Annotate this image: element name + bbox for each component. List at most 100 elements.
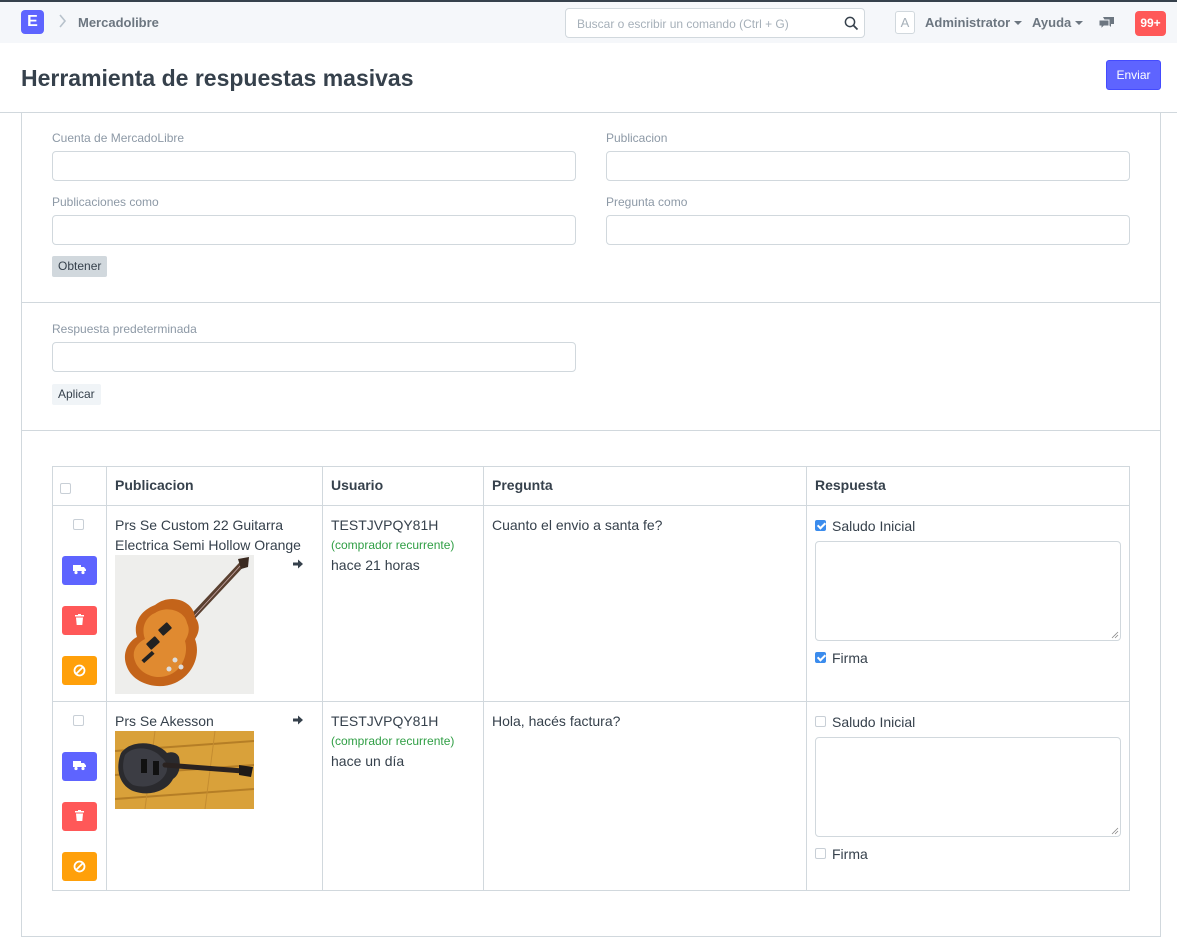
ignore-button[interactable]: [62, 656, 97, 685]
pregunta-como-label: Pregunta como: [606, 195, 688, 209]
ban-icon: [73, 860, 86, 873]
pregunta-cell: Cuanto el envio a santa fe?: [483, 505, 807, 702]
user-menu-label: Administrator: [925, 15, 1011, 30]
row-actions-cell: [52, 505, 107, 702]
caret-down-icon: [1075, 20, 1084, 25]
publicaciones-como-field[interactable]: [52, 215, 576, 245]
chat-icon[interactable]: [1098, 16, 1115, 30]
firma-option[interactable]: Firma: [815, 845, 868, 863]
search-placeholder: Buscar o escribir un comando (Ctrl + G): [577, 17, 789, 31]
usuario-tag: (comprador recurrente): [331, 538, 455, 552]
notifications-badge[interactable]: 99+: [1135, 11, 1166, 36]
aplicar-button[interactable]: Aplicar: [52, 384, 101, 405]
help-menu-label: Ayuda: [1032, 15, 1072, 30]
product-image: [115, 555, 254, 694]
chevron-right-icon: [59, 14, 67, 28]
usuario-info: TESTJVPQY81H (comprador recurrente) hace…: [331, 711, 454, 771]
ban-icon: [73, 664, 86, 677]
saludo-inicial-label: Saludo Inicial: [832, 518, 916, 534]
publicacion-cell: Prs Se Custom 22 Guitarra Electrica Semi…: [106, 505, 323, 702]
respuesta-predeterminada-label: Respuesta predeterminada: [52, 322, 197, 336]
usuario-name: TESTJVPQY81H: [331, 713, 439, 729]
usuario-info: TESTJVPQY81H (comprador recurrente) hace…: [331, 515, 454, 575]
delete-button[interactable]: [62, 802, 97, 831]
publicaciones-como-label: Publicaciones como: [52, 195, 159, 209]
row-actions-cell: [52, 701, 107, 891]
user-menu[interactable]: Administrator: [925, 15, 1023, 30]
firma-label: Firma: [832, 846, 868, 862]
select-all-header: [52, 466, 107, 506]
pregunta-text: Cuanto el envio a santa fe?: [492, 517, 663, 533]
app-logo-icon[interactable]: E: [21, 10, 44, 34]
product-image: [115, 731, 254, 809]
form-card: Cuenta de MercadoLibre Publicacion Publi…: [21, 113, 1161, 937]
question-time: hace 21 horas: [331, 557, 420, 573]
publicacion-cell: Prs Se Akesson: [106, 701, 323, 891]
questions-table: Publicacion Usuario Pregunta Respuesta P…: [52, 466, 1130, 891]
caret-down-icon: [1014, 20, 1023, 25]
respuesta-cell: Saludo Inicial Firma: [806, 701, 1130, 891]
resize-handle-icon[interactable]: [1111, 631, 1119, 639]
enviar-button[interactable]: Enviar: [1106, 60, 1161, 90]
table-header-row: Publicacion Usuario Pregunta Respuesta: [52, 466, 1130, 506]
page-head: Herramienta de respuestas masivas Enviar: [0, 43, 1177, 113]
usuario-name: TESTJVPQY81H: [331, 517, 439, 533]
cuenta-field[interactable]: [52, 151, 576, 181]
publicacion-title[interactable]: Prs Se Akesson: [115, 711, 305, 731]
saludo-inicial-checkbox[interactable]: [815, 716, 826, 728]
search-icon[interactable]: [844, 16, 859, 31]
usuario-cell: TESTJVPQY81H (comprador recurrente) hace…: [322, 505, 484, 702]
respuesta-cell: Saludo Inicial Firma: [806, 505, 1130, 702]
saludo-inicial-option[interactable]: Saludo Inicial: [815, 517, 915, 535]
select-all-checkbox[interactable]: [60, 482, 71, 494]
ignore-button[interactable]: [62, 852, 97, 881]
publicacion-title[interactable]: Prs Se Custom 22 Guitarra Electrica Semi…: [115, 515, 305, 555]
header-pregunta: Pregunta: [483, 466, 807, 506]
publicacion-field[interactable]: [606, 151, 1130, 181]
respuesta-predeterminada-field[interactable]: [52, 342, 576, 372]
delete-button[interactable]: [62, 606, 97, 635]
help-menu[interactable]: Ayuda: [1032, 15, 1084, 30]
truck-button[interactable]: [62, 556, 97, 585]
navbar: E Mercadolibre Buscar o escribir un coma…: [0, 0, 1177, 43]
truck-button[interactable]: [62, 752, 97, 781]
firma-option[interactable]: Firma: [815, 649, 868, 667]
saludo-inicial-label: Saludo Inicial: [832, 714, 916, 730]
avatar[interactable]: A: [895, 11, 915, 34]
trash-icon: [75, 810, 84, 821]
publicacion-label: Publicacion: [606, 131, 668, 145]
table-row: Prs Se Akesson TESTJVPQY81H (comprador r…: [52, 701, 1130, 891]
pregunta-cell: Hola, hacés factura?: [483, 701, 807, 891]
page-title: Herramienta de respuestas masivas: [21, 65, 414, 91]
resize-handle-icon[interactable]: [1111, 827, 1119, 835]
question-time: hace un día: [331, 753, 405, 769]
cuenta-label: Cuenta de MercadoLibre: [52, 131, 185, 145]
section-divider: [22, 430, 1160, 431]
pregunta-text: Hola, hacés factura?: [492, 713, 621, 729]
respuesta-textarea[interactable]: [815, 737, 1121, 837]
pregunta-como-field[interactable]: [606, 215, 1130, 245]
breadcrumb[interactable]: Mercadolibre: [78, 15, 159, 30]
firma-checkbox[interactable]: [815, 652, 826, 664]
truck-icon: [73, 565, 86, 575]
table-row: Prs Se Custom 22 Guitarra Electrica Semi…: [52, 505, 1130, 702]
row-select-checkbox[interactable]: [73, 519, 84, 530]
header-usuario: Usuario: [322, 466, 484, 506]
search-input[interactable]: Buscar o escribir un comando (Ctrl + G): [565, 8, 865, 38]
arrow-right-icon[interactable]: [293, 559, 303, 569]
saludo-inicial-checkbox[interactable]: [815, 520, 826, 532]
firma-checkbox[interactable]: [815, 848, 826, 860]
firma-label: Firma: [832, 650, 868, 666]
saludo-inicial-option[interactable]: Saludo Inicial: [815, 713, 915, 731]
truck-icon: [73, 761, 86, 771]
row-select-checkbox[interactable]: [73, 715, 84, 726]
section-divider: [22, 302, 1160, 303]
usuario-tag: (comprador recurrente): [331, 734, 455, 748]
header-respuesta: Respuesta: [806, 466, 1130, 506]
obtener-button[interactable]: Obtener: [52, 256, 108, 277]
header-publicacion: Publicacion: [106, 466, 323, 506]
usuario-cell: TESTJVPQY81H (comprador recurrente) hace…: [322, 701, 484, 891]
respuesta-textarea[interactable]: [815, 541, 1121, 641]
arrow-right-icon[interactable]: [293, 715, 303, 725]
trash-icon: [75, 614, 84, 625]
